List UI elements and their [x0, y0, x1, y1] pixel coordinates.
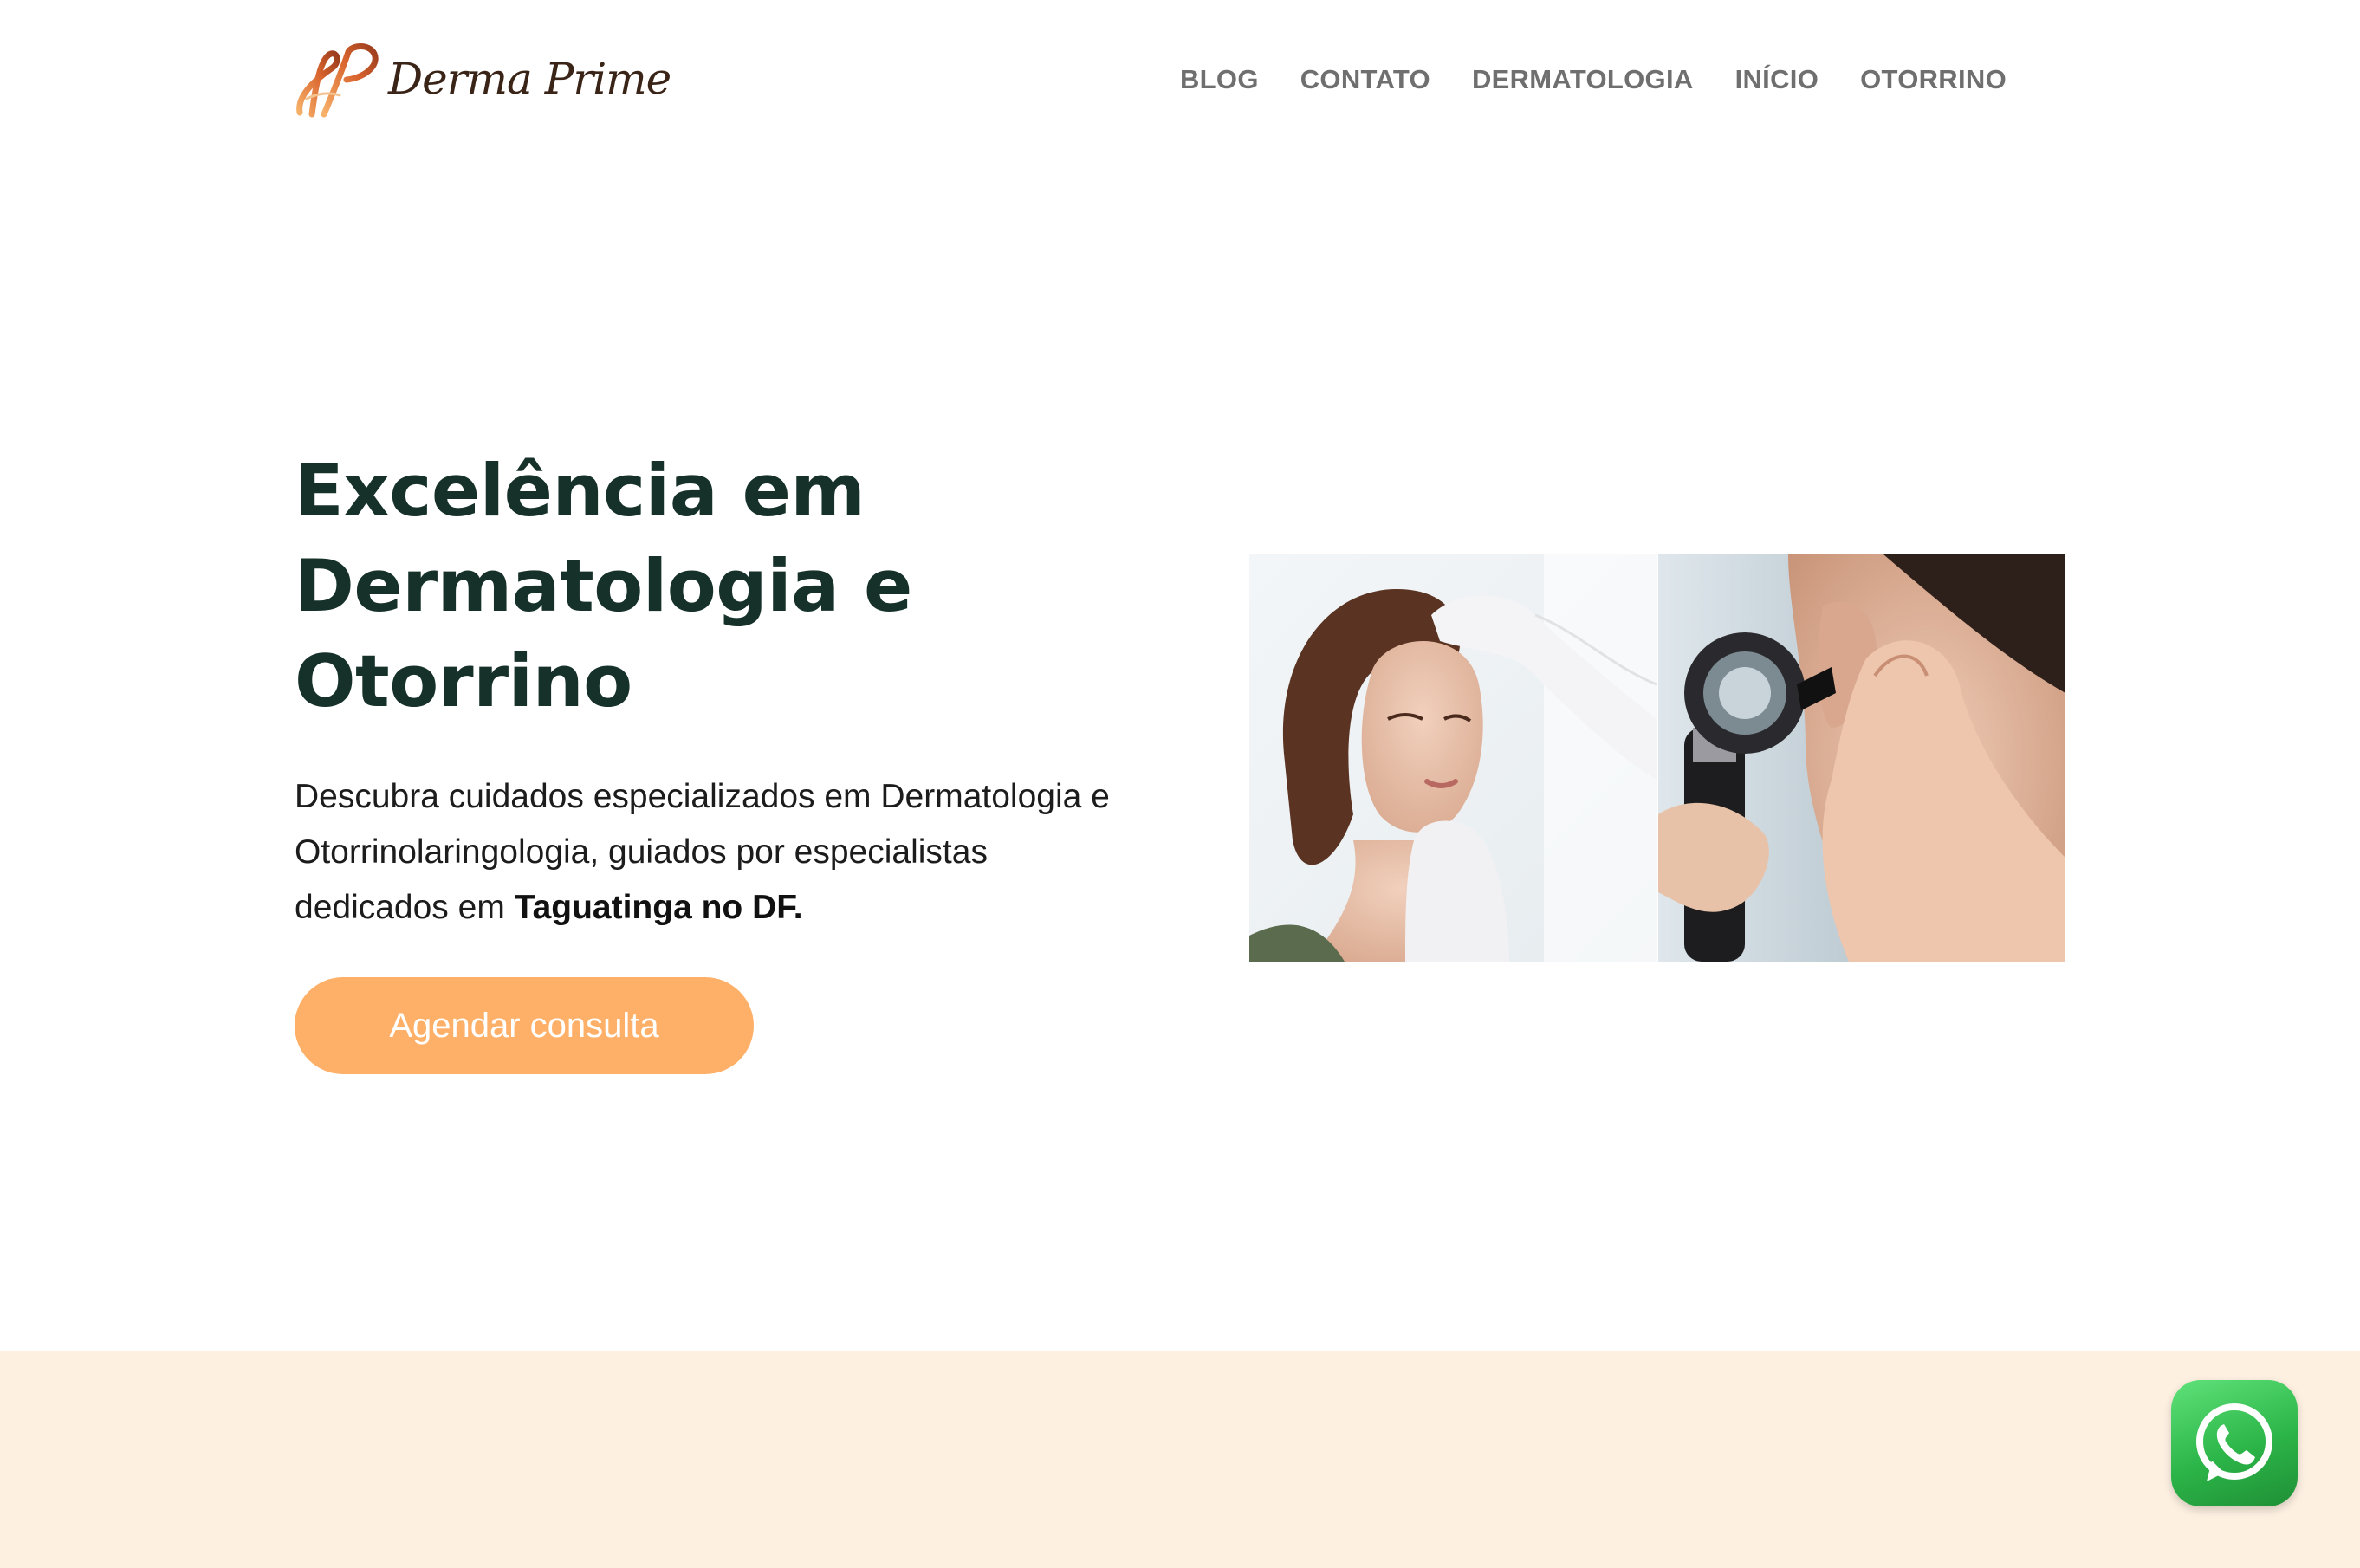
hero-title-line: Otorrino	[295, 639, 632, 723]
whatsapp-button[interactable]	[2171, 1380, 2298, 1506]
otoscope-ear-exam-photo	[1658, 554, 2065, 962]
hero-location: Taguatinga no DF.	[514, 889, 803, 926]
nav-link-inicio[interactable]: INÍCIO	[1735, 64, 1819, 95]
dermatology-exam-photo	[1249, 554, 1657, 962]
brand-logo[interactable]: Derma Prime	[295, 42, 671, 123]
hero-title-line: Excelência em	[295, 449, 866, 533]
nav-link-otorrino[interactable]: OTORRINO	[1860, 64, 2007, 95]
nav-link-contato[interactable]: CONTATO	[1300, 64, 1430, 95]
hero-title: Excelência em Dermatologia e Otorrino	[295, 444, 1126, 729]
hero-title-line: Dermatologia e	[295, 544, 912, 628]
brand-name: Derma Prime	[388, 54, 671, 104]
nav-link-blog[interactable]: BLOG	[1180, 64, 1259, 95]
schedule-appointment-button[interactable]: Agendar consulta	[295, 977, 754, 1074]
main-nav: BLOG CONTATO DERMATOLOGIA INÍCIO OTORRIN…	[1180, 64, 2007, 95]
bottom-section	[0, 1351, 2360, 1568]
whatsapp-icon	[2196, 1403, 2272, 1481]
nav-link-dermatologia[interactable]: DERMATOLOGIA	[1472, 64, 1694, 95]
hero-description: Descubra cuidados especializados em Derm…	[295, 769, 1118, 936]
brand-monogram-icon	[296, 43, 379, 118]
